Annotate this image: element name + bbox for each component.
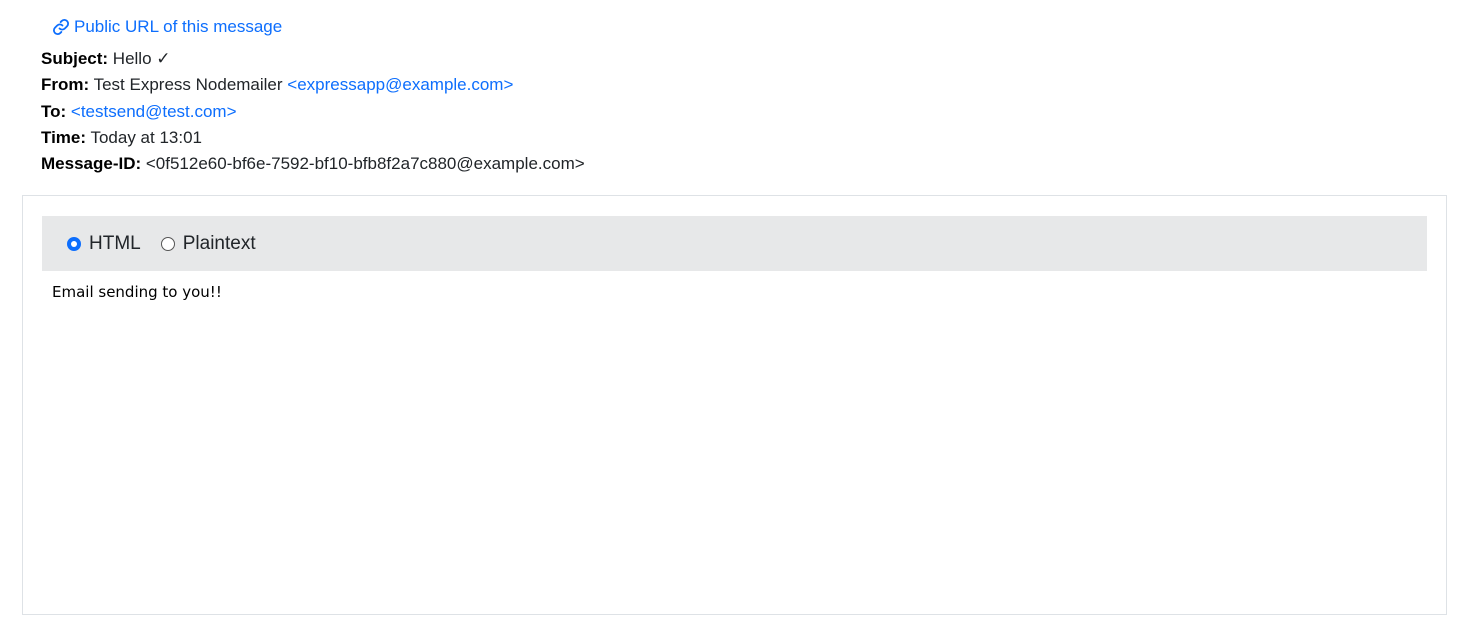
- message-body-text: Email sending to you!!: [52, 283, 222, 301]
- html-view-option[interactable]: HTML: [67, 233, 141, 255]
- subject-value: Hello ✓: [112, 49, 171, 68]
- message-id-row: Message-ID: <0f512e60-bf6e-7592-bf10-bfb…: [41, 151, 585, 177]
- to-email-link[interactable]: <testsend@test.com>: [71, 102, 237, 121]
- public-url-link[interactable]: Public URL of this message: [52, 14, 282, 40]
- subject-row: Subject: Hello ✓: [41, 46, 585, 72]
- to-key: To:: [41, 101, 67, 121]
- public-url-label: Public URL of this message: [74, 17, 283, 36]
- link-icon: [52, 18, 70, 36]
- plaintext-view-option[interactable]: Plaintext: [160, 232, 256, 255]
- from-row: From: Test Express Nodemailer <expressap…: [41, 72, 585, 98]
- time-value: Today at 13:01: [90, 127, 202, 147]
- message-view-frame: HTML Plaintext Email sending to you!!: [22, 195, 1447, 615]
- html-radio[interactable]: [67, 236, 81, 251]
- message-id-key: Message-ID:: [41, 154, 142, 174]
- subject-key: Subject:: [41, 49, 109, 68]
- message-id-value: <0f512e60-bf6e-7592-bf10-bfb8f2a7c880@ex…: [145, 154, 585, 174]
- plaintext-radio-label: Plaintext: [182, 232, 256, 254]
- from-name: Test Express Nodemailer: [93, 75, 283, 95]
- view-mode-toolbar: HTML Plaintext: [42, 216, 1427, 271]
- from-email-link[interactable]: <expressapp@example.com>: [287, 75, 513, 94]
- to-row: To: <testsend@test.com>: [41, 99, 585, 125]
- time-key: Time:: [41, 127, 87, 147]
- from-key: From:: [41, 75, 90, 95]
- html-radio-label: HTML: [89, 232, 141, 254]
- time-row: Time: Today at 13:01: [41, 125, 585, 151]
- plaintext-radio[interactable]: [160, 236, 175, 251]
- message-headers: Subject: Hello ✓ From: Test Express Node…: [41, 46, 585, 177]
